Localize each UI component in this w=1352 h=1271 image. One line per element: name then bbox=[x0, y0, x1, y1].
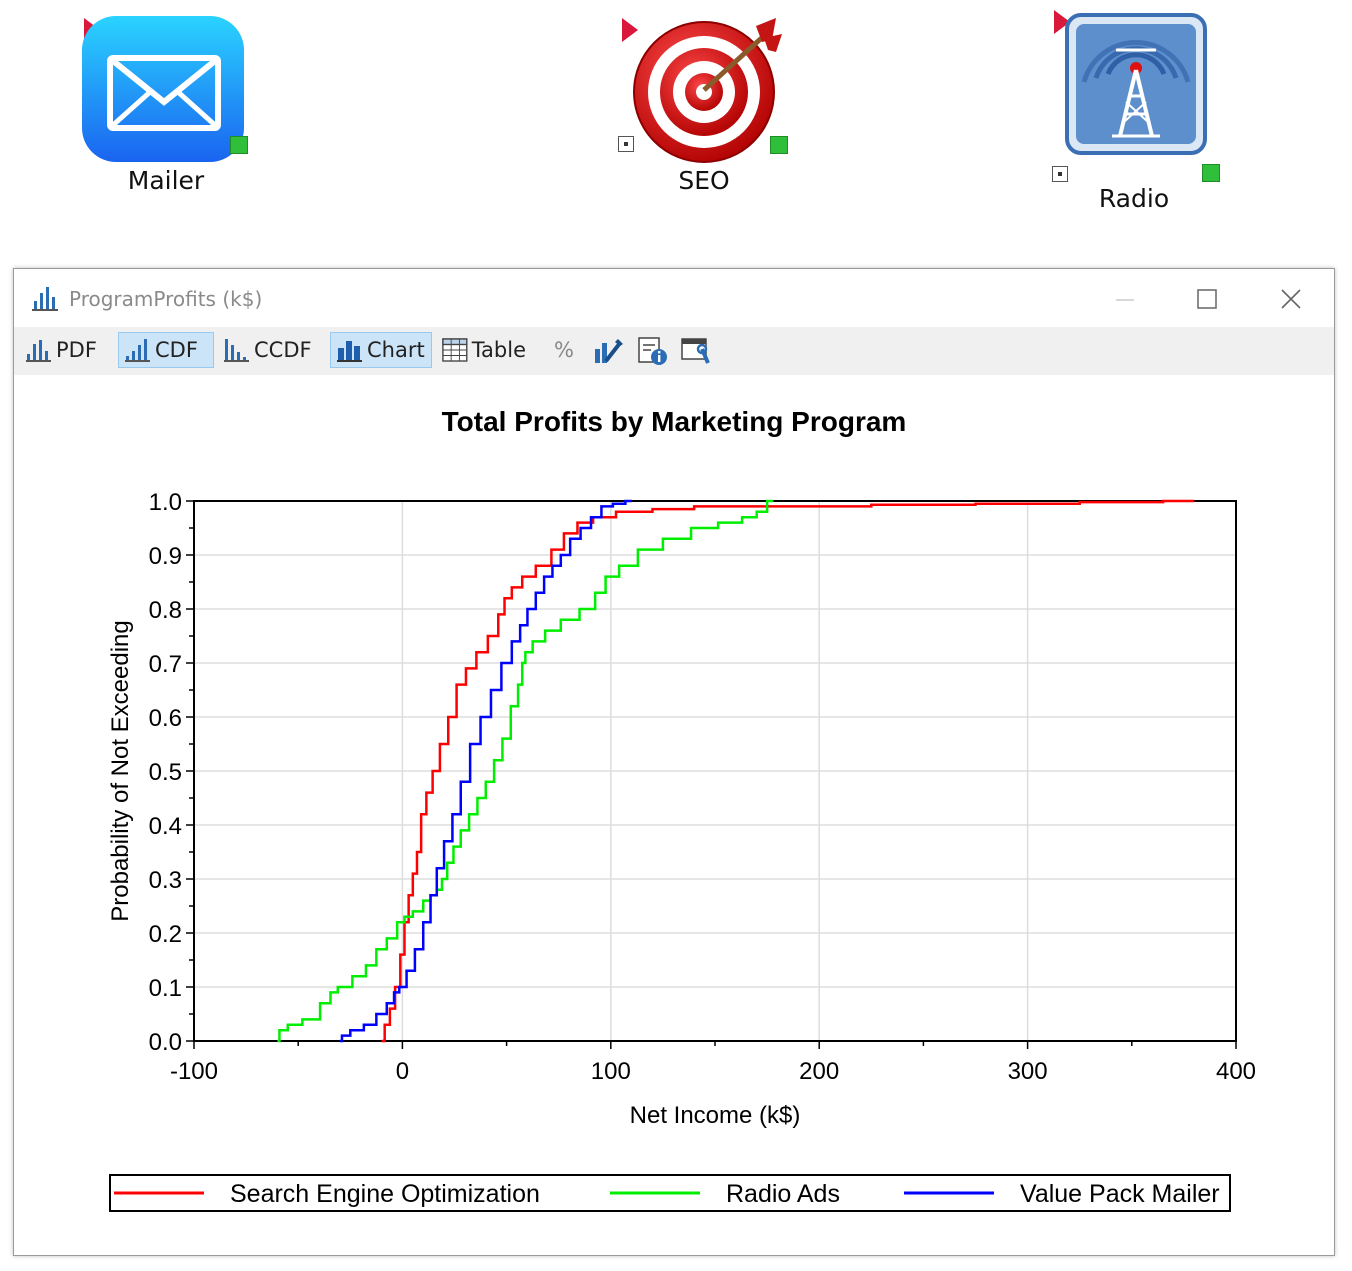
y-tick-label: 0.4 bbox=[149, 813, 182, 840]
x-tick-label: 0 bbox=[396, 1058, 409, 1085]
mailer-output-port[interactable] bbox=[230, 136, 248, 154]
pdf-chart-icon bbox=[26, 340, 51, 362]
radio-tower-icon bbox=[1065, 13, 1207, 155]
chart-bars-icon bbox=[32, 287, 58, 311]
target-icon bbox=[633, 18, 782, 163]
table-label: Table bbox=[471, 338, 526, 362]
ccdf-chart-icon bbox=[224, 339, 249, 362]
pdf-button[interactable]: PDF bbox=[20, 332, 112, 368]
cdf-label: CDF bbox=[155, 338, 198, 362]
radio-node[interactable]: Radio bbox=[1050, 10, 1230, 220]
table-button[interactable]: Table bbox=[436, 332, 532, 368]
cdf-chart-icon bbox=[125, 339, 150, 362]
chart-button[interactable]: Chart bbox=[330, 332, 432, 368]
window-titlebar[interactable]: ProgramProfits (k$) bbox=[14, 269, 1334, 327]
y-tick-label: 0.8 bbox=[149, 597, 182, 624]
y-tick-label: 1.0 bbox=[149, 489, 182, 516]
window-title: ProgramProfits (k$) bbox=[69, 287, 263, 311]
seo-input-port[interactable] bbox=[618, 136, 634, 152]
legend-label-0: Search Engine Optimization bbox=[230, 1180, 540, 1208]
x-tick-label: 100 bbox=[591, 1058, 631, 1085]
y-tick-label: 0.5 bbox=[149, 759, 182, 786]
window-settings-icon[interactable] bbox=[680, 335, 712, 367]
percent-label: % bbox=[554, 338, 574, 362]
y-tick-label: 0.6 bbox=[149, 705, 182, 732]
y-tick-label: 0.1 bbox=[149, 975, 182, 1002]
x-tick-label: -100 bbox=[170, 1058, 218, 1085]
x-axis-label: Net Income (k$) bbox=[630, 1102, 801, 1129]
mailer-node[interactable]: Mailer bbox=[78, 12, 254, 212]
chart-title: Total Profits by Marketing Program bbox=[442, 406, 907, 437]
legend-label-1: Radio Ads bbox=[726, 1180, 840, 1208]
x-tick-label: 200 bbox=[799, 1058, 839, 1085]
seo-node[interactable]: SEO bbox=[616, 12, 796, 212]
result-toolbar: PDF CDF CCDF Chart Table % bbox=[14, 327, 1334, 375]
minimize-icon bbox=[1116, 299, 1134, 301]
cdf-chart: Total Profits by Marketing Program -100 0 1… bbox=[107, 406, 1256, 1212]
mail-icon bbox=[82, 16, 244, 162]
percent-button[interactable]: % bbox=[548, 332, 584, 368]
maximize-icon bbox=[1197, 289, 1217, 309]
bar-chart-icon bbox=[337, 341, 362, 362]
seo-node-label: SEO bbox=[678, 166, 730, 195]
pdf-label: PDF bbox=[56, 338, 97, 362]
result-window: ProgramProfits (k$) PDF CDF CCDF Chart T… bbox=[13, 268, 1335, 1256]
x-tick-label: 300 bbox=[1008, 1058, 1048, 1085]
close-button[interactable] bbox=[1268, 279, 1314, 319]
radio-input-port[interactable] bbox=[1052, 166, 1068, 182]
close-icon bbox=[1281, 289, 1301, 309]
y-tick-label: 0.2 bbox=[149, 921, 182, 948]
cdf-button[interactable]: CDF bbox=[118, 332, 214, 368]
chart-label: Chart bbox=[367, 338, 425, 362]
y-tick-label: 0.7 bbox=[149, 651, 182, 678]
chart-area: Total Profits by Marketing Program -100 0 1… bbox=[14, 375, 1334, 1255]
y-tick-label: 0.0 bbox=[149, 1029, 182, 1056]
minimize-button[interactable] bbox=[1102, 279, 1148, 319]
y-tick-label: 0.9 bbox=[149, 543, 182, 570]
x-tick-label: 400 bbox=[1216, 1058, 1256, 1085]
ccdf-label: CCDF bbox=[254, 338, 312, 362]
legend-label-2: Value Pack Mailer bbox=[1020, 1180, 1220, 1208]
y-axis-label: Probability of Not Exceeding bbox=[107, 620, 134, 922]
radio-node-label: Radio bbox=[1098, 184, 1170, 213]
edit-chart-icon[interactable] bbox=[592, 335, 624, 367]
maximize-button[interactable] bbox=[1184, 279, 1230, 319]
table-grid-icon bbox=[442, 338, 468, 362]
mailer-node-label: Mailer bbox=[127, 166, 205, 195]
chart-info-icon[interactable] bbox=[636, 335, 668, 367]
seo-output-port[interactable] bbox=[770, 136, 788, 154]
y-tick-label: 0.3 bbox=[149, 867, 182, 894]
radio-output-port[interactable] bbox=[1202, 164, 1220, 182]
ccdf-button[interactable]: CCDF bbox=[218, 332, 318, 368]
